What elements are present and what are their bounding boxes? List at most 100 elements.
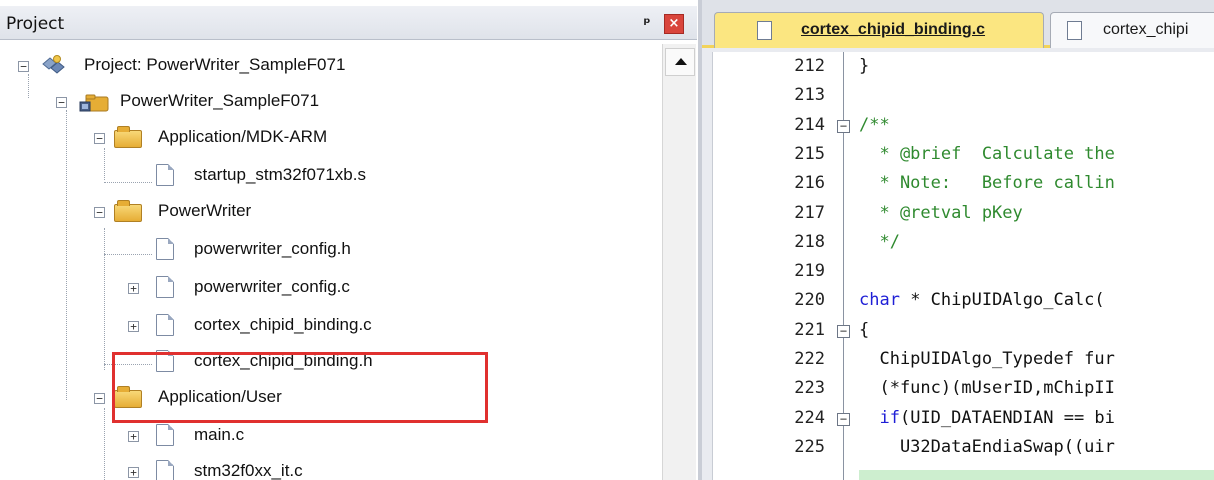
line-number: 219 xyxy=(794,261,825,282)
tab-cortex-chipid-binding-h[interactable]: cortex_chipi xyxy=(1050,12,1214,48)
tree-item-target[interactable]: − PowerWriter_SampleF071 xyxy=(0,88,500,118)
tree-item-label: powerwriter_config.c xyxy=(194,277,350,296)
pin-icon[interactable]: ᵖ xyxy=(637,12,657,34)
code-text: { xyxy=(859,319,870,340)
project-tree: − Project: PowerWriter_SampleF071 − Powe… xyxy=(0,40,660,480)
tree-item-label: startup_stm32f071xb.s xyxy=(194,165,366,184)
tree-item-file[interactable]: startup_stm32f071xb.s xyxy=(0,162,500,192)
code-line[interactable]: 220 char * ChipUIDAlgo_Calc( xyxy=(713,286,1214,315)
code-line[interactable]: 219 xyxy=(713,257,1214,286)
expand-icon[interactable]: + xyxy=(128,431,139,442)
folder-icon xyxy=(114,126,142,148)
line-number: 221 xyxy=(794,319,825,340)
line-number: 214 xyxy=(794,114,825,135)
code-text: (*func)(mUserID,mChipII xyxy=(859,378,1115,399)
collapse-icon[interactable]: − xyxy=(94,133,105,144)
tab-label: cortex_chipid_binding.c xyxy=(801,21,986,38)
code-line[interactable]: 224− if(UID_DATAENDIAN == bi xyxy=(713,404,1214,433)
tree-item-group[interactable]: − PowerWriter xyxy=(0,198,500,228)
keyword: if xyxy=(879,407,900,428)
target-group-icon xyxy=(79,94,109,112)
tree-item-label: cortex_chipid_binding.c xyxy=(194,315,372,334)
code-line[interactable]: 213 xyxy=(713,81,1214,110)
code-text: ChipUIDAlgo_Typedef fur xyxy=(859,349,1115,369)
keyword: char xyxy=(859,290,900,311)
code-line[interactable]: 225 U32DataEndiaSwap((uir xyxy=(713,433,1214,462)
line-number: 222 xyxy=(794,349,825,369)
code-text: char * ChipUIDAlgo_Calc( xyxy=(859,290,1105,311)
code-area[interactable]: 212} 213 214−/** 215 * @brief Calculate the… xyxy=(712,52,1214,480)
collapse-icon[interactable]: − xyxy=(94,393,105,404)
project-icon xyxy=(42,55,65,74)
tab-cortex-chipid-binding-c[interactable]: cortex_chipid_binding.c xyxy=(714,12,1044,48)
tab-label: cortex_chipi xyxy=(1103,21,1189,38)
tree-item-label: main.c xyxy=(194,425,245,444)
code-text: U32DataEndiaSwap((uir xyxy=(859,436,1115,457)
tree-item-label: PowerWriter_SampleF071 xyxy=(120,91,320,110)
code-text: * Note: Before callin xyxy=(859,173,1115,194)
project-panel-header: Project ᵖ × xyxy=(0,6,697,40)
tree-item-file[interactable]: + main.c xyxy=(0,422,500,452)
collapse-icon[interactable]: − xyxy=(18,61,29,72)
line-number: 224 xyxy=(794,407,825,428)
fold-toggle-icon[interactable]: − xyxy=(837,119,850,133)
editor-tab-strip: cortex_chipid_binding.c cortex_chipi xyxy=(702,0,1214,48)
line-number: 225 xyxy=(794,436,825,457)
file-icon xyxy=(156,314,174,336)
collapse-icon[interactable]: − xyxy=(94,207,105,218)
code-line[interactable]: 221−{ xyxy=(713,316,1214,345)
tree-item-file[interactable]: powerwriter_config.h xyxy=(0,236,500,266)
folder-icon xyxy=(114,200,142,222)
code-line[interactable]: 215 * @brief Calculate the xyxy=(713,140,1214,169)
code-text: */ xyxy=(859,231,900,252)
tree-item-file[interactable]: + stm32f0xx_it.c xyxy=(0,458,500,480)
code-editor: cortex_chipid_binding.c cortex_chipi 212… xyxy=(698,0,1214,480)
code-text: * @retval pKey xyxy=(859,202,1023,223)
tree-item-label: stm32f0xx_it.c xyxy=(194,461,303,480)
code-line[interactable]: 218 */ xyxy=(713,228,1214,257)
file-icon xyxy=(757,21,772,40)
highlight-box xyxy=(112,352,488,423)
file-icon xyxy=(156,238,174,260)
code-line[interactable]: 222 ChipUIDAlgo_Typedef fur xyxy=(713,345,1214,374)
line-number: 218 xyxy=(794,231,825,252)
code-text: /** xyxy=(859,114,890,135)
tree-item-project[interactable]: − Project: PowerWriter_SampleF071 xyxy=(0,52,500,82)
line-number: 217 xyxy=(794,202,825,223)
code-text: } xyxy=(859,56,870,76)
fold-toggle-icon[interactable]: − xyxy=(837,324,850,338)
code-text: * @brief Calculate the xyxy=(859,143,1115,164)
close-icon[interactable]: × xyxy=(664,14,684,34)
file-icon xyxy=(156,276,174,298)
code-line[interactable]: 217 * @retval pKey xyxy=(713,199,1214,228)
tree-item-label: PowerWriter xyxy=(158,201,252,220)
line-number: 216 xyxy=(794,173,825,194)
file-icon xyxy=(156,424,174,446)
code-line[interactable]: 214−/** xyxy=(713,111,1214,140)
line-number: 213 xyxy=(794,85,825,106)
file-icon xyxy=(156,460,174,480)
vertical-scrollbar[interactable] xyxy=(662,44,696,480)
project-panel: Project ᵖ × − Project: PowerWriter_Sampl… xyxy=(0,0,697,480)
tree-item-group[interactable]: − Application/MDK-ARM xyxy=(0,124,500,154)
expand-icon[interactable]: + xyxy=(128,283,139,294)
scroll-up-arrow-icon[interactable] xyxy=(665,48,695,76)
code-line[interactable]: 223 (*func)(mUserID,mChipII xyxy=(713,374,1214,403)
code-line[interactable]: 212} xyxy=(713,52,1214,81)
tree-item-file[interactable]: + cortex_chipid_binding.c xyxy=(0,312,500,342)
tree-item-label: powerwriter_config.h xyxy=(194,239,351,258)
file-icon xyxy=(156,164,174,186)
tree-item-label: Application/MDK-ARM xyxy=(158,127,328,146)
tree-item-file[interactable]: + powerwriter_config.c xyxy=(0,274,500,304)
fold-toggle-icon[interactable]: − xyxy=(837,412,850,426)
line-number: 212 xyxy=(794,56,825,76)
collapse-icon[interactable]: − xyxy=(56,97,67,108)
tree-item-label: Project: PowerWriter_SampleF071 xyxy=(84,55,346,74)
file-icon xyxy=(1067,21,1082,40)
expand-icon[interactable]: + xyxy=(128,467,139,478)
line-number: 223 xyxy=(794,378,825,399)
panel-title: Project xyxy=(6,14,65,34)
current-line-highlight xyxy=(859,470,1214,480)
expand-icon[interactable]: + xyxy=(128,321,139,332)
code-line[interactable]: 216 * Note: Before callin xyxy=(713,169,1214,198)
